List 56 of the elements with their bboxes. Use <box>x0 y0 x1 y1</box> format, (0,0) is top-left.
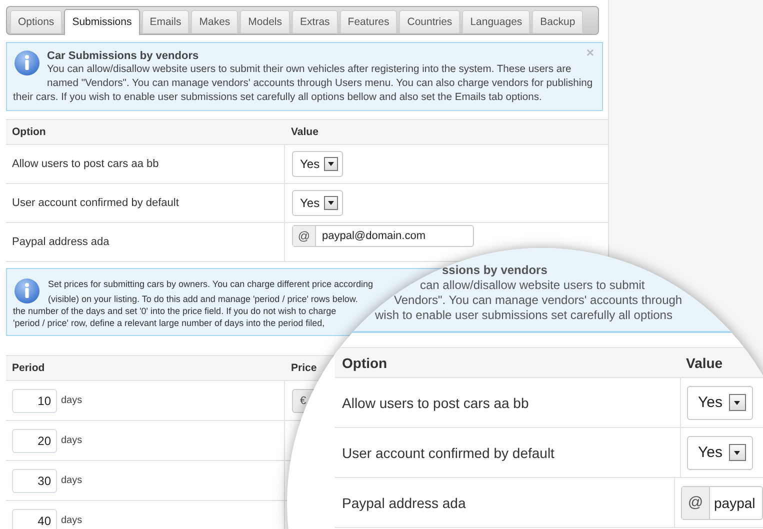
info-title: ssions by vendors <box>442 263 548 278</box>
info-text: Vendors". You can manage vendors' accounts through <box>394 293 682 308</box>
column-header: Option <box>341 354 388 370</box>
info-text: wish to enable user submissions set carefully all options <box>375 308 672 323</box>
info-icon <box>14 50 40 76</box>
caret-icon <box>729 394 746 411</box>
info-text: can allow/disallow website users to submit <box>420 278 645 293</box>
info-text: the number of the days and set '0' into the price field. If you do not wish to charge <box>13 305 336 317</box>
unit-label: days <box>61 395 82 406</box>
tab[interactable]: Features <box>340 10 398 33</box>
caret-icon <box>324 157 338 171</box>
period-field[interactable]: 10 <box>12 388 57 412</box>
column-header: Price <box>290 362 317 374</box>
column-header: Period <box>11 362 46 374</box>
dropdown[interactable]: Yes <box>687 386 754 420</box>
caret-icon <box>324 196 338 210</box>
info-text: You can allow/disallow website users to submit their own vehicles after registering into the system. These users are named "Vendors". You can manage vendors' accounts through Users menu. You can also charge vendors for publishing their cars. If you wish to enable user submissions set carefully all options bellow and also set the Emails tab options. <box>13 63 594 105</box>
tab[interactable]: Countries <box>399 10 460 33</box>
unit-label: days <box>61 515 82 526</box>
tab[interactable]: Emails <box>142 10 190 33</box>
email-field[interactable]: @ paypal@domain.com <box>292 225 474 247</box>
email-input[interactable]: paypal@domain.com <box>316 226 473 246</box>
tab[interactable]: Models <box>240 10 290 33</box>
info-text: (visible) on your listing. To do this add and manage 'period / price' rows below. <box>48 293 358 305</box>
dropdown[interactable]: Yes <box>292 151 343 177</box>
option-label: Paypal address ada <box>341 494 467 510</box>
at-sign-addon: @ <box>293 226 316 246</box>
column-header: Value <box>685 354 724 370</box>
unit-label: days <box>61 435 82 446</box>
option-label: Allow users to post cars aa bb <box>11 158 160 170</box>
email-field[interactable]: @ paypal <box>681 486 763 520</box>
option-label: User account confirmed by default <box>11 197 180 209</box>
info-icon <box>14 278 40 304</box>
dropdown[interactable]: Yes <box>687 436 754 470</box>
info-text: 'period / price' row, define a relevant large number of days into the period filed, <box>13 317 325 329</box>
option-label: Allow users to post cars aa bb <box>341 394 530 410</box>
dropdown[interactable]: Yes <box>292 190 343 216</box>
period-field[interactable]: 40 <box>12 508 57 529</box>
option-label: User account confirmed by default <box>341 444 556 460</box>
email-input[interactable]: paypal <box>710 486 762 518</box>
column-header: Option <box>11 126 47 138</box>
tab[interactable]: Options <box>10 10 62 33</box>
tab[interactable]: Submissions <box>64 9 140 35</box>
tab[interactable]: Extras <box>292 10 338 33</box>
column-header: Value <box>290 126 318 138</box>
at-sign-addon: @ <box>682 486 710 518</box>
caret-icon <box>729 444 746 461</box>
info-title: Car Submissions by vendors <box>47 49 199 63</box>
option-label: Paypal address ada <box>11 236 110 248</box>
tab[interactable]: Backup <box>532 10 584 33</box>
tab[interactable]: Makes <box>191 10 238 33</box>
period-field[interactable]: 30 <box>12 468 57 492</box>
period-field[interactable]: 20 <box>12 428 57 452</box>
info-text: Set prices for submitting cars by owners. You can charge different price according <box>48 278 374 290</box>
unit-label: days <box>61 475 82 486</box>
tab[interactable]: Languages <box>462 10 530 33</box>
